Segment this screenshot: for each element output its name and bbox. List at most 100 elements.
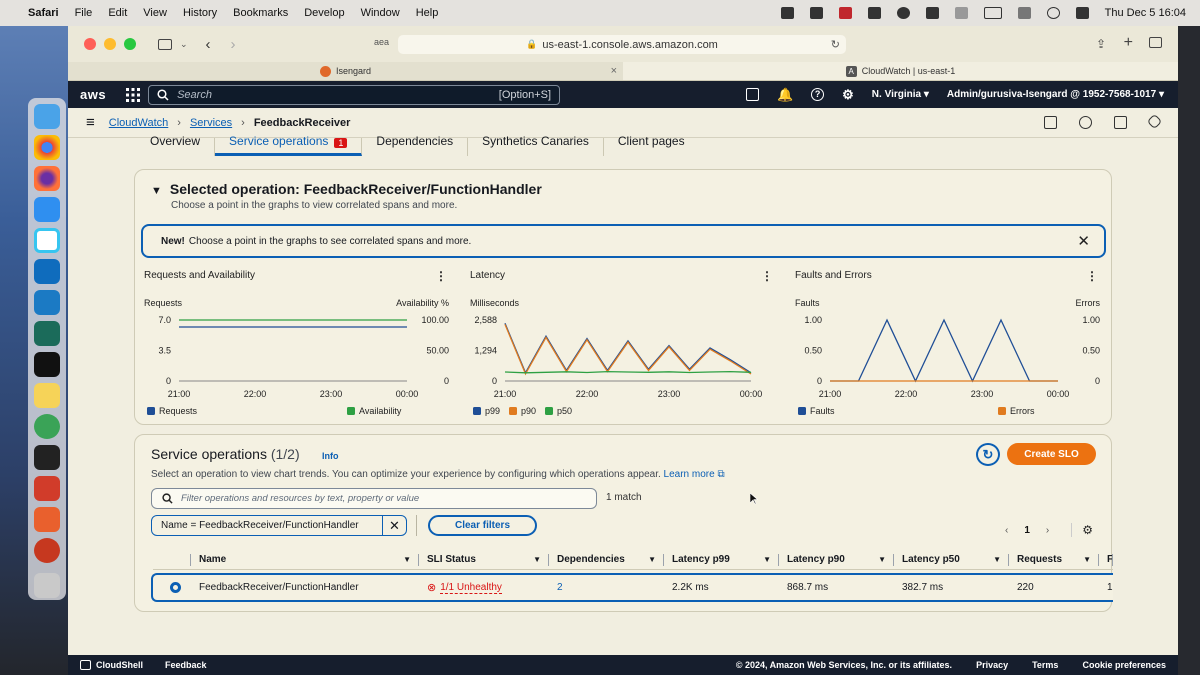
status-icon-4[interactable] bbox=[867, 7, 881, 19]
table-settings-gear-icon[interactable]: ⚙ bbox=[1071, 523, 1093, 537]
status-icon-2[interactable] bbox=[809, 7, 823, 19]
menu-develop[interactable]: Develop bbox=[304, 7, 344, 19]
chart-menu-icon[interactable]: ⋮ bbox=[435, 269, 447, 283]
trash-icon[interactable] bbox=[34, 573, 60, 598]
help-icon[interactable]: ? bbox=[811, 88, 825, 101]
status-icon-5[interactable] bbox=[896, 7, 910, 19]
battery-icon[interactable] bbox=[983, 7, 1002, 19]
vscode-icon[interactable] bbox=[34, 290, 60, 315]
chatgpt-icon[interactable] bbox=[34, 321, 60, 346]
tab-service-operations[interactable]: Service operations 1 bbox=[215, 135, 363, 156]
settings-hex-icon[interactable] bbox=[1146, 113, 1163, 130]
menu-help[interactable]: Help bbox=[416, 7, 439, 19]
breadcrumb-services[interactable]: Services bbox=[190, 117, 232, 129]
status-icon-1[interactable] bbox=[780, 7, 794, 19]
close-window-button[interactable] bbox=[84, 38, 96, 50]
menu-bookmarks[interactable]: Bookmarks bbox=[233, 7, 288, 19]
tab-dependencies[interactable]: Dependencies bbox=[362, 135, 469, 156]
cloudshell-icon[interactable] bbox=[80, 660, 91, 670]
forward-icon[interactable]: › bbox=[231, 36, 236, 53]
chart-menu-icon[interactable]: ⋮ bbox=[1086, 269, 1098, 283]
firefox-icon[interactable] bbox=[34, 166, 60, 191]
app-icon-red[interactable] bbox=[34, 476, 60, 501]
sli-status-text[interactable]: 1/1 Unhealthy bbox=[440, 582, 502, 594]
finder-icon[interactable] bbox=[34, 104, 60, 129]
safari-icon[interactable] bbox=[34, 197, 60, 222]
control-center-icon[interactable] bbox=[1075, 7, 1089, 19]
chrome-icon[interactable] bbox=[34, 135, 60, 160]
app-icon-orange[interactable] bbox=[34, 507, 60, 532]
back-icon[interactable]: ‹ bbox=[206, 36, 211, 53]
remove-token-icon[interactable]: ✕ bbox=[383, 518, 406, 534]
cell-dependencies[interactable]: 2 bbox=[549, 582, 664, 593]
amazon-icon[interactable] bbox=[34, 445, 60, 470]
screen-share-icon[interactable] bbox=[1114, 116, 1127, 129]
chart-svg[interactable]: Milliseconds 2,588 1,294 0 21:00 22:00 23:00 00… bbox=[461, 294, 779, 422]
create-slo-button[interactable]: Create SLO bbox=[1007, 443, 1096, 465]
address-bar[interactable]: 🔒 us-east-1.console.aws.amazon.com ↻ bbox=[398, 35, 846, 54]
tab-synthetics-canaries[interactable]: Synthetics Canaries bbox=[468, 135, 604, 156]
column-header-latency-p50[interactable]: Latency p50 ▼ bbox=[894, 550, 1009, 569]
sidebar-toggle-icon[interactable] bbox=[158, 38, 172, 50]
filter-token[interactable]: Name = FeedbackReceiver/FunctionHandler … bbox=[151, 515, 407, 536]
terminal-icon[interactable] bbox=[34, 352, 60, 377]
slack-icon[interactable] bbox=[34, 228, 60, 253]
wifi-icon[interactable] bbox=[1017, 7, 1031, 19]
region-selector[interactable]: N. Virginia ▾ bbox=[872, 89, 929, 100]
breadcrumb-cloudwatch[interactable]: CloudWatch bbox=[109, 117, 169, 129]
tab-overview[interactable]: Overview bbox=[136, 135, 216, 156]
menu-edit[interactable]: Edit bbox=[108, 7, 127, 19]
cell-sli-status[interactable]: ⊗ 1/1 Unhealthy bbox=[419, 581, 549, 594]
notifications-bell-icon[interactable]: 🔔 bbox=[777, 87, 793, 103]
table-row[interactable]: FeedbackReceiver/FunctionHandler ⊗ 1/1 Un… bbox=[151, 573, 1113, 602]
footer-cookies[interactable]: Cookie preferences bbox=[1082, 660, 1166, 670]
chart-svg[interactable]: Faults Errors 1.00 0.50 0 1.00 0.50 0 21:00 22:00… bbox=[786, 294, 1104, 422]
account-menu[interactable]: Admin/gurusiva-Isengard @ 1952-7568-1017… bbox=[947, 89, 1164, 100]
browser-tab-cloudwatch[interactable]: A CloudWatch | us-east-1 bbox=[623, 62, 1178, 80]
browser-tab-isengard[interactable]: Isengard × bbox=[68, 62, 623, 80]
column-header-requests[interactable]: Requests ▼ bbox=[1009, 550, 1099, 569]
menu-view[interactable]: View bbox=[143, 7, 167, 19]
column-header-sli-status[interactable]: SLI Status ▼ bbox=[419, 550, 549, 569]
aws-logo[interactable]: aws bbox=[80, 87, 106, 102]
settings-gear-icon[interactable]: ⚙ bbox=[842, 87, 854, 103]
menu-history[interactable]: History bbox=[183, 7, 217, 19]
close-icon[interactable]: ✕ bbox=[1077, 232, 1090, 250]
status-icon-7[interactable] bbox=[954, 7, 968, 19]
chart-menu-icon[interactable]: ⋮ bbox=[761, 269, 773, 283]
column-header-name[interactable]: Name ▼ bbox=[191, 550, 419, 569]
info-icon[interactable] bbox=[1079, 116, 1092, 129]
services-grid-icon[interactable] bbox=[126, 87, 141, 102]
prev-page-icon[interactable]: ‹ bbox=[1005, 525, 1008, 536]
status-icon-3[interactable] bbox=[838, 7, 852, 19]
footer-privacy[interactable]: Privacy bbox=[976, 660, 1008, 670]
app-icon-globe[interactable] bbox=[34, 414, 60, 439]
footer-terms[interactable]: Terms bbox=[1032, 660, 1058, 670]
caret-down-icon[interactable]: ▼ bbox=[151, 185, 162, 197]
selected-operation-heading[interactable]: ▼ Selected operation: FeedbackReceiver/Fu… bbox=[151, 181, 542, 197]
tab-overview-chevron-icon[interactable]: ⌄ bbox=[180, 39, 188, 50]
tab-client-pages[interactable]: Client pages bbox=[604, 135, 699, 156]
hamburger-menu-icon[interactable]: ≡ bbox=[86, 114, 95, 131]
column-header-dependencies[interactable]: Dependencies ▼ bbox=[549, 550, 664, 569]
spotlight-icon[interactable] bbox=[1046, 7, 1060, 19]
clear-filters-button[interactable]: Clear filters bbox=[428, 515, 537, 536]
panel-toggle-icon[interactable] bbox=[1044, 116, 1057, 129]
menubar-app-name[interactable]: Safari bbox=[28, 7, 59, 19]
share-icon[interactable]: ⇪ bbox=[1096, 37, 1106, 51]
tab-overview-icon[interactable] bbox=[1149, 37, 1162, 48]
reload-icon[interactable]: ↻ bbox=[831, 38, 840, 51]
aea-extension-label[interactable]: aea bbox=[374, 37, 389, 47]
row-radio-button[interactable] bbox=[170, 582, 181, 593]
outlook-icon[interactable] bbox=[34, 259, 60, 284]
powerpoint-icon[interactable] bbox=[34, 538, 60, 563]
filter-input[interactable]: Filter operations and resources by text,… bbox=[151, 488, 597, 509]
column-header-latency-p99[interactable]: Latency p99 ▼ bbox=[664, 550, 779, 569]
column-header-latency-p90[interactable]: Latency p90 ▼ bbox=[779, 550, 894, 569]
menu-file[interactable]: File bbox=[75, 7, 93, 19]
aws-search-input[interactable]: Search [Option+S] bbox=[148, 84, 561, 105]
footer-feedback[interactable]: Feedback bbox=[165, 660, 207, 670]
info-link[interactable]: Info bbox=[322, 451, 339, 461]
cloudshell-icon[interactable] bbox=[745, 88, 759, 101]
minimize-window-button[interactable] bbox=[104, 38, 116, 50]
